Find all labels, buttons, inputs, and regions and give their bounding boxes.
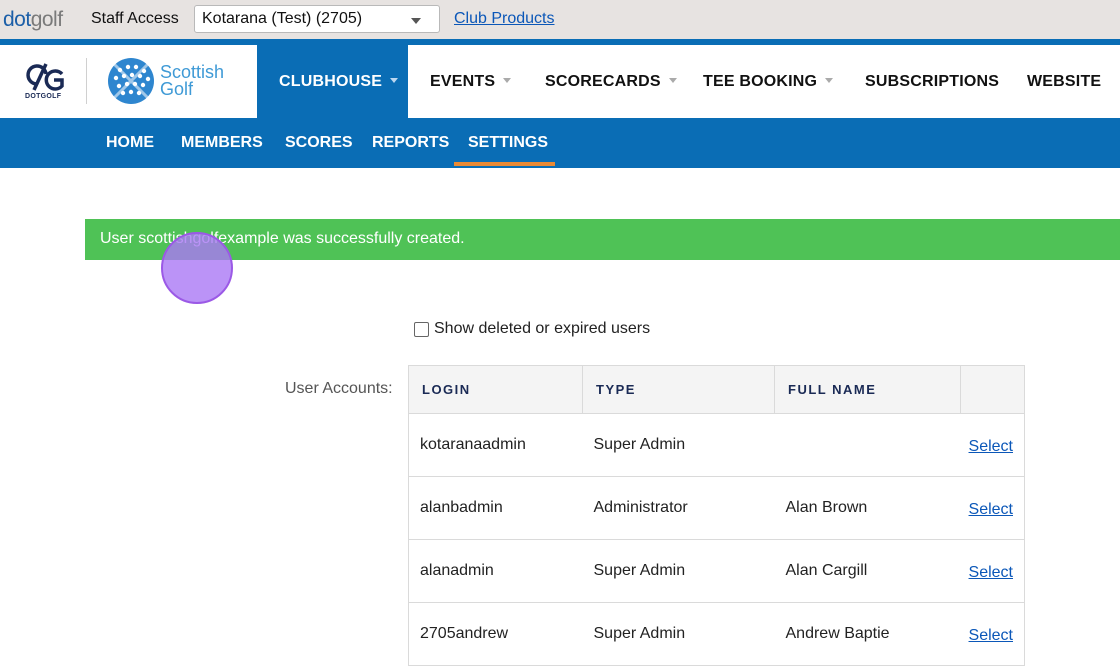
nav-subscriptions-label: SUBSCRIPTIONS [865, 72, 1000, 90]
chevron-down-icon [668, 77, 677, 83]
dotgolf-dg-icon [26, 63, 64, 91]
golf-ball-icon [108, 58, 154, 104]
column-header-login[interactable]: LOGIN [408, 365, 583, 414]
main-navigation: DOTGOLF Scottish Golf CLUBHOUSE EVENTS S… [0, 45, 1120, 118]
column-header-full-name[interactable]: FULL NAME [774, 365, 961, 414]
table-row: kotaranaadmin Super Admin Select [408, 413, 1025, 477]
logo-divider [86, 58, 87, 104]
cell-action: Select [960, 602, 1025, 666]
cell-login: 2705andrew [408, 602, 583, 666]
nav-subscriptions[interactable]: SUBSCRIPTIONS [865, 45, 999, 118]
logo-light-text: golf [30, 8, 63, 31]
nav-events-label: EVENTS [430, 72, 496, 90]
sub-navigation: HOME MEMBERS SCORES REPORTS SETTINGS [0, 118, 1120, 168]
cell-type: Super Admin [582, 413, 775, 477]
scottish-golf-text: Scottish Golf [160, 63, 224, 99]
scottish-golf-logo[interactable]: Scottish Golf [106, 56, 236, 106]
staff-access-label: Staff Access [91, 10, 179, 27]
cell-action: Select [960, 476, 1025, 540]
nav-website[interactable]: WEBSITE [1027, 45, 1101, 118]
cell-type: Administrator [582, 476, 775, 540]
club-select-dropdown[interactable]: Kotarana (Test) (2705) [194, 5, 440, 33]
nav-scorecards-label: SCORECARDS [545, 72, 661, 90]
caret-down-icon [411, 18, 421, 24]
cell-type: Super Admin [582, 539, 775, 603]
success-alert-message: User scottishgolfexample was successfull… [100, 230, 465, 247]
nav-tee-booking[interactable]: TEE BOOKING [703, 45, 834, 118]
club-products-link[interactable]: Club Products [454, 10, 555, 28]
cell-type: Super Admin [582, 602, 775, 666]
show-deleted-checkbox[interactable] [414, 321, 429, 337]
scottish-golf-line2: Golf [160, 79, 194, 99]
table-row: alanadmin Super Admin Alan Cargill Selec… [408, 539, 1025, 603]
click-indicator [161, 232, 233, 304]
active-tab-indicator [454, 162, 555, 166]
nav-events[interactable]: EVENTS [430, 45, 512, 118]
table-row: 2705andrew Super Admin Andrew Baptie Sel… [408, 602, 1025, 666]
show-deleted-option[interactable]: Show deleted or expired users [414, 320, 650, 338]
subnav-settings[interactable]: SETTINGS [468, 118, 548, 168]
subnav-home[interactable]: HOME [106, 118, 154, 168]
cell-full-name: Alan Brown [774, 476, 961, 540]
select-link[interactable]: Select [969, 627, 1013, 644]
select-link[interactable]: Select [969, 564, 1013, 581]
column-header-type[interactable]: TYPE [582, 365, 775, 414]
club-select-value: Kotarana (Test) (2705) [202, 10, 363, 27]
dotgolf-wordmark-logo[interactable]: dotgolf [3, 8, 63, 32]
user-accounts-table: LOGIN TYPE FULL NAME kotaranaadmin Super… [408, 365, 1025, 666]
nav-tee-booking-label: TEE BOOKING [703, 72, 818, 90]
select-link[interactable]: Select [969, 438, 1013, 455]
subnav-reports[interactable]: REPORTS [372, 118, 449, 168]
cell-login: alanbadmin [408, 476, 583, 540]
dotgolf-mark-text: DOTGOLF [25, 93, 62, 100]
cell-full-name: Andrew Baptie [774, 602, 961, 666]
dotgolf-logo-icon[interactable]: DOTGOLF [22, 62, 66, 106]
chevron-down-icon [825, 77, 834, 83]
cell-action: Select [960, 539, 1025, 603]
cell-full-name: Alan Cargill [774, 539, 961, 603]
table-row: alanbadmin Administrator Alan Brown Sele… [408, 476, 1025, 540]
show-deleted-label: Show deleted or expired users [434, 320, 651, 337]
select-link[interactable]: Select [969, 501, 1013, 518]
cell-action: Select [960, 413, 1025, 477]
chevron-down-icon [390, 77, 399, 83]
table-header-row: LOGIN TYPE FULL NAME [408, 365, 1025, 414]
nav-scorecards[interactable]: SCORECARDS [545, 45, 677, 118]
subnav-scores[interactable]: SCORES [285, 118, 353, 168]
nav-clubhouse-label: CLUBHOUSE [279, 72, 383, 90]
user-accounts-label: User Accounts: [285, 380, 393, 397]
nav-website-label: WEBSITE [1027, 72, 1102, 90]
cell-login: alanadmin [408, 539, 583, 603]
success-alert: User scottishgolfexample was successfull… [85, 219, 1120, 260]
cell-login: kotaranaadmin [408, 413, 583, 477]
column-header-action [960, 365, 1025, 414]
logo-main-text: dot [3, 8, 31, 31]
nav-clubhouse[interactable]: CLUBHOUSE [257, 45, 408, 118]
chevron-down-icon [503, 77, 512, 83]
subnav-members[interactable]: MEMBERS [181, 118, 263, 168]
staff-access-bar: dotgolf Staff Access Kotarana (Test) (27… [0, 0, 1120, 39]
cell-full-name [774, 413, 961, 477]
